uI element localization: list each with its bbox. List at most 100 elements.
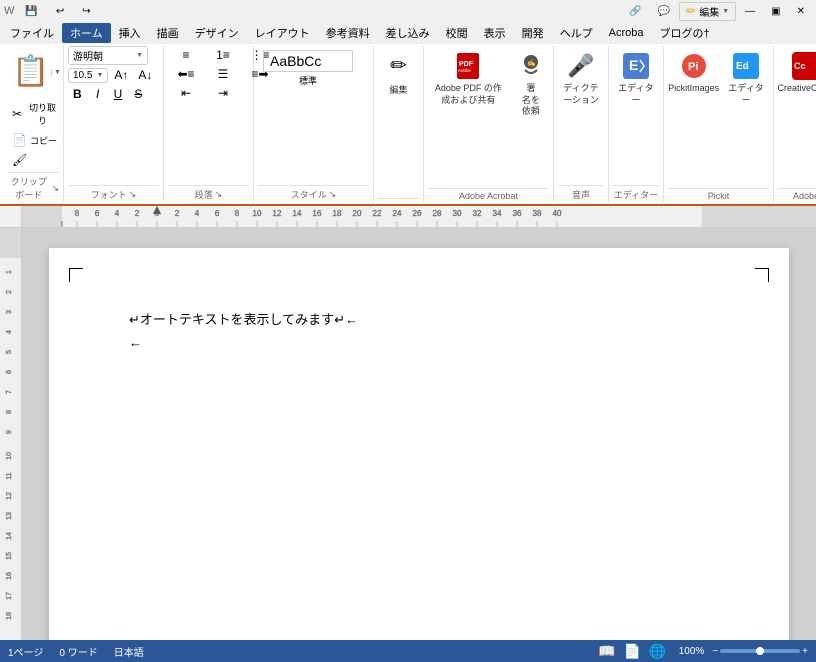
sign-button[interactable]: ✍ 署名 を依頼 bbox=[513, 46, 549, 122]
editing-label: 編集 bbox=[389, 83, 407, 96]
microphone-icon: 🎤 bbox=[565, 50, 597, 82]
expand-arrow-icon: ▼ bbox=[722, 8, 729, 15]
styles-gallery-button[interactable]: AaBbCc 標準 bbox=[258, 46, 358, 91]
strikethrough-button[interactable]: S bbox=[129, 85, 147, 103]
cut-button[interactable]: ✂ 切り取り bbox=[8, 98, 64, 130]
format-painter-icon: 🖌 bbox=[12, 153, 27, 167]
edit-mode-button[interactable]: ✏ 編集 ▼ bbox=[679, 2, 736, 21]
svg-text:Pi: Pi bbox=[688, 61, 698, 73]
word-count: 0 ワード bbox=[59, 644, 97, 659]
underline-button[interactable]: U bbox=[109, 85, 128, 103]
pickit-images-button[interactable]: Pi Pickit Images bbox=[668, 46, 719, 99]
bold-icon: B bbox=[73, 87, 82, 101]
italic-button[interactable]: I bbox=[89, 85, 107, 103]
pdf-create-button[interactable]: PDF Adobe Adobe PDF の 作成および共有 bbox=[428, 46, 509, 110]
zoom-out-icon[interactable]: − bbox=[712, 646, 718, 657]
paste-button[interactable]: 📋 ▼ bbox=[8, 46, 64, 98]
editor-group-label: エディター bbox=[614, 188, 658, 201]
dictation-button[interactable]: 🎤 ディク テーション bbox=[558, 46, 604, 110]
pickit-editor-button[interactable]: Ed エディ ター bbox=[723, 46, 769, 110]
copy-button[interactable]: 📄 コピー bbox=[8, 130, 64, 150]
svg-text:11: 11 bbox=[6, 472, 13, 479]
corner-mark-tl bbox=[69, 268, 83, 282]
ribbon-group-adobe: Cc Creative Cloud Adobe bbox=[774, 46, 816, 202]
share-button[interactable]: 🔗 bbox=[622, 4, 648, 19]
menu-review[interactable]: 校閲 bbox=[438, 23, 476, 43]
page-info: 1ページ bbox=[8, 644, 43, 659]
svg-text:28: 28 bbox=[433, 209, 442, 218]
svg-text:16: 16 bbox=[6, 572, 13, 580]
font-shrink-button[interactable]: A↓ bbox=[134, 66, 156, 84]
paragraph-expand-icon[interactable]: ↘ bbox=[215, 189, 223, 200]
text-line-1[interactable]: ↵オートテキストを表示してみます↵← bbox=[129, 308, 709, 331]
font-size-button[interactable]: 10.5 ▼ bbox=[68, 68, 108, 83]
ruler-corner bbox=[0, 206, 22, 228]
restore-button[interactable]: ▣ bbox=[764, 4, 787, 19]
menu-draw[interactable]: 描画 bbox=[149, 23, 187, 43]
editing-button[interactable]: ✏ 編集 bbox=[378, 46, 419, 100]
svg-text:6: 6 bbox=[215, 209, 220, 218]
svg-text:40: 40 bbox=[553, 209, 562, 218]
svg-text:Adobe: Adobe bbox=[458, 68, 472, 73]
horizontal-ruler[interactable]: 8 6 4 2 0 2 4 6 8 10 12 14 16 18 20 22 2 bbox=[22, 206, 816, 228]
read-mode-button[interactable]: 📖 bbox=[598, 643, 615, 660]
svg-text:36: 36 bbox=[513, 209, 522, 218]
align-center-button[interactable]: ☰ bbox=[205, 65, 241, 83]
svg-text:PDF: PDF bbox=[459, 61, 474, 68]
zoom-in-icon[interactable]: + bbox=[802, 646, 808, 657]
document-text[interactable]: ↵オートテキストを表示してみます↵← ← bbox=[129, 308, 709, 355]
menu-layout[interactable]: レイアウト bbox=[247, 23, 318, 43]
vertical-ruler[interactable]: 1 2 3 4 5 6 7 8 9 10 11 12 13 14 15 16 1 bbox=[0, 228, 22, 640]
editor-button[interactable]: E エディ ター bbox=[613, 46, 659, 110]
top-bar: W 💾 ↩ ↪ 🔗 💬 ✏ 編集 ▼ — ▣ ✕ bbox=[0, 0, 816, 22]
sign-icon: ✍ bbox=[515, 50, 547, 82]
bold-button[interactable]: B bbox=[68, 85, 87, 103]
font-grow-button[interactable]: A↑ bbox=[110, 66, 132, 84]
creative-cloud-button[interactable]: Cc Creative Cloud bbox=[778, 46, 816, 99]
redo-button[interactable]: ↪ bbox=[75, 4, 97, 19]
numbered-list-icon: 1≡ bbox=[216, 48, 230, 62]
indent-inc-button[interactable]: ⇥ bbox=[205, 84, 241, 102]
menu-design[interactable]: デザイン bbox=[187, 23, 247, 43]
underline-icon: U bbox=[114, 87, 123, 101]
clipboard-expand-icon[interactable]: ↘ bbox=[51, 183, 59, 194]
align-center-icon: ☰ bbox=[218, 67, 229, 81]
menu-insert[interactable]: 挿入 bbox=[111, 23, 149, 43]
menu-acrobat[interactable]: Acroba bbox=[601, 25, 652, 41]
menu-blog[interactable]: ブログの† bbox=[652, 23, 718, 43]
minimize-button[interactable]: — bbox=[738, 4, 762, 19]
close-button[interactable]: ✕ bbox=[790, 4, 812, 19]
cut-icon: ✂ bbox=[12, 107, 22, 121]
svg-text:12: 12 bbox=[273, 209, 282, 218]
svg-text:12: 12 bbox=[6, 492, 13, 500]
bullet-list-button[interactable]: ≡ bbox=[168, 46, 204, 64]
zoom-slider[interactable] bbox=[720, 649, 800, 653]
comment-button[interactable]: 💬 bbox=[651, 4, 677, 19]
doc-content[interactable]: ↵オートテキストを表示してみます↵← ← bbox=[22, 228, 816, 640]
web-layout-button[interactable]: 🌐 bbox=[649, 643, 666, 660]
styles-preview: AaBbCc bbox=[270, 53, 321, 69]
font-name-button[interactable]: 游明朝 ▼ bbox=[68, 46, 148, 65]
menu-help[interactable]: ヘルプ bbox=[552, 23, 601, 43]
save-button[interactable]: 💾 bbox=[18, 4, 44, 19]
menu-dev[interactable]: 開発 bbox=[514, 23, 552, 43]
align-left-button[interactable]: ⬅≡ bbox=[168, 65, 204, 83]
text-line-2[interactable]: ← bbox=[129, 331, 709, 354]
menu-home[interactable]: ホーム bbox=[62, 23, 111, 43]
print-layout-button[interactable]: 📄 bbox=[623, 643, 640, 660]
menu-mailings[interactable]: 差し込み bbox=[378, 23, 438, 43]
svg-text:10: 10 bbox=[253, 209, 262, 218]
menu-file[interactable]: ファイル bbox=[2, 23, 62, 43]
menu-view[interactable]: 表示 bbox=[476, 23, 514, 43]
svg-text:8: 8 bbox=[75, 209, 80, 218]
svg-text:8: 8 bbox=[235, 209, 240, 218]
styles-expand-icon[interactable]: ↘ bbox=[329, 189, 337, 200]
format-painter-button[interactable]: 🖌 bbox=[8, 150, 64, 170]
undo-button[interactable]: ↩ bbox=[49, 4, 71, 19]
font-expand-icon[interactable]: ↘ bbox=[129, 189, 137, 200]
menu-references[interactable]: 参考資料 bbox=[318, 23, 378, 43]
indent-dec-button[interactable]: ⇤ bbox=[168, 84, 204, 102]
pickit-images-label: Pickit Images bbox=[668, 83, 719, 95]
document-page[interactable]: ↵オートテキストを表示してみます↵← ← bbox=[49, 248, 789, 640]
numbered-list-button[interactable]: 1≡ bbox=[205, 46, 241, 64]
